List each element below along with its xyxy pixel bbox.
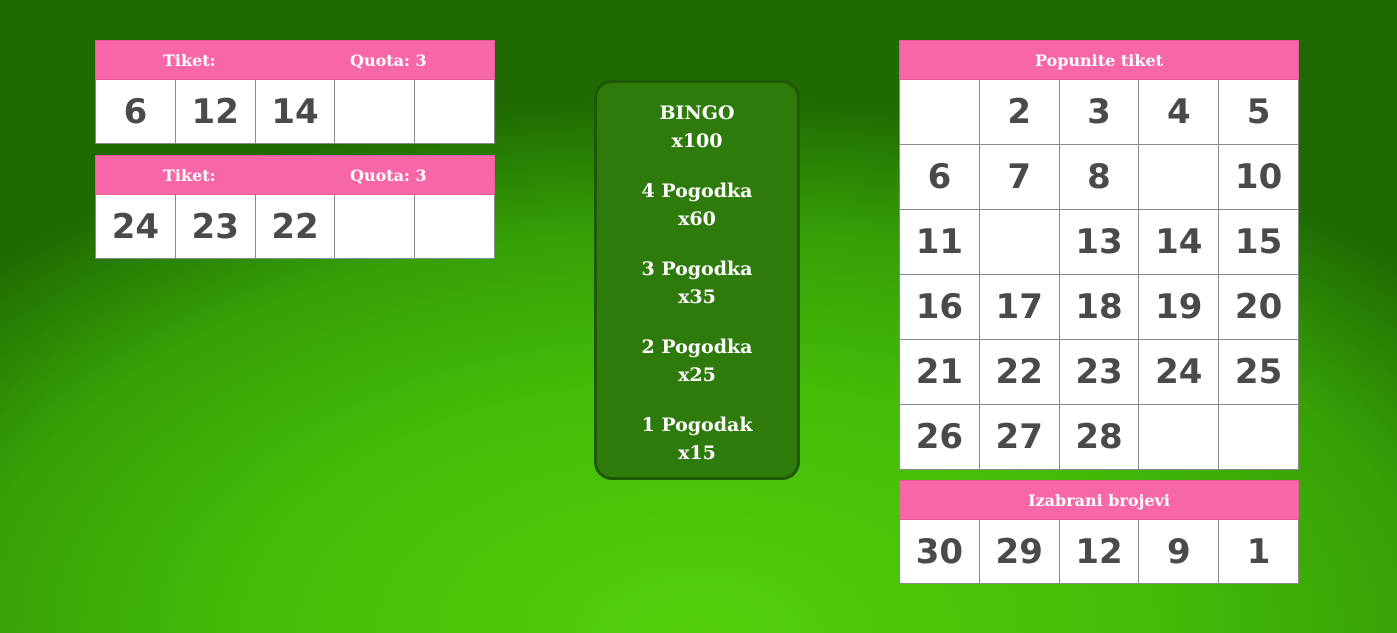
board-number-cell[interactable]: 10 bbox=[1219, 145, 1298, 209]
fill-ticket-title: Popunite tiket bbox=[899, 40, 1299, 80]
board-number-cell[interactable]: 23 bbox=[1059, 340, 1139, 404]
board-number-cell[interactable]: 4 bbox=[1139, 80, 1219, 144]
board-number-cell[interactable] bbox=[1139, 405, 1219, 469]
board-number-cell[interactable]: 5 bbox=[1219, 80, 1298, 144]
board-number-cell[interactable]: 14 bbox=[1139, 210, 1219, 274]
chosen-numbers: 30 29 12 9 1 bbox=[899, 520, 1299, 584]
board-number-cell[interactable]: 28 bbox=[1059, 405, 1139, 469]
ticket-quota: Quota: 3 bbox=[350, 50, 427, 70]
board-number-cell[interactable] bbox=[1139, 145, 1219, 209]
prize-3-hits: 3 Pogodka x35 bbox=[641, 255, 752, 311]
board-number-cell[interactable]: 7 bbox=[979, 145, 1059, 209]
prize-multiplier: x100 bbox=[671, 130, 723, 152]
board-number-cell[interactable]: 27 bbox=[979, 405, 1059, 469]
ticket-header: Tiket: Quota: 3 bbox=[95, 155, 495, 195]
board-number-cell[interactable]: 21 bbox=[900, 340, 979, 404]
board-number-cell[interactable]: 2 bbox=[979, 80, 1059, 144]
prize-name: BINGO bbox=[659, 102, 735, 124]
prize-table: BINGO x100 4 Pogodka x60 3 Pogodka x35 2… bbox=[594, 80, 800, 480]
ticket-label: Tiket: bbox=[163, 165, 216, 185]
board-number-cell[interactable]: 11 bbox=[900, 210, 979, 274]
prize-bingo: BINGO x100 bbox=[659, 99, 734, 155]
chosen-numbers-panel: Izabrani brojevi 30 29 12 9 1 bbox=[899, 480, 1299, 584]
ticket-number-cell[interactable]: 22 bbox=[255, 195, 335, 258]
chosen-number-cell: 30 bbox=[900, 520, 979, 583]
ticket-numbers: 24 23 22 bbox=[95, 195, 495, 259]
chosen-number-cell: 12 bbox=[1059, 520, 1139, 583]
board-number-cell[interactable]: 15 bbox=[1219, 210, 1298, 274]
ticket-numbers: 6 12 14 bbox=[95, 80, 495, 144]
ticket-number-cell[interactable]: 23 bbox=[175, 195, 255, 258]
board-number-cell[interactable] bbox=[900, 80, 979, 144]
board-number-cell[interactable]: 18 bbox=[1059, 275, 1139, 339]
chosen-numbers-title: Izabrani brojevi bbox=[899, 480, 1299, 520]
prize-name: 3 Pogodka bbox=[641, 258, 753, 280]
ticket-number-cell[interactable] bbox=[335, 195, 415, 258]
prize-name: 4 Pogodka bbox=[641, 180, 753, 202]
board-number-cell[interactable]: 22 bbox=[979, 340, 1059, 404]
board-number-cell[interactable] bbox=[1219, 405, 1298, 469]
number-board: 2 3 4 5 6 7 8 10 11 13 14 15 16 17 18 19 20 21 22 23 24 25 26 2… bbox=[899, 80, 1299, 470]
board-number-cell[interactable] bbox=[979, 210, 1059, 274]
board-number-cell[interactable]: 26 bbox=[900, 405, 979, 469]
board-number-cell[interactable]: 19 bbox=[1139, 275, 1219, 339]
board-number-cell[interactable]: 8 bbox=[1059, 145, 1139, 209]
prize-4-hits: 4 Pogodka x60 bbox=[641, 177, 752, 233]
board-number-cell[interactable]: 6 bbox=[900, 145, 979, 209]
prize-multiplier: x15 bbox=[678, 442, 716, 464]
ticket-quota: Quota: 3 bbox=[350, 165, 427, 185]
chosen-number-cell: 1 bbox=[1219, 520, 1298, 583]
prize-name: 2 Pogodka bbox=[641, 336, 753, 358]
board-number-cell[interactable]: 24 bbox=[1139, 340, 1219, 404]
board-number-cell[interactable]: 20 bbox=[1219, 275, 1298, 339]
ticket-number-cell[interactable]: 14 bbox=[255, 80, 335, 143]
ticket-label: Tiket: bbox=[163, 50, 216, 70]
ticket-1: Tiket: Quota: 3 6 12 14 bbox=[95, 40, 495, 144]
board-number-cell[interactable]: 17 bbox=[979, 275, 1059, 339]
board-number-cell[interactable]: 3 bbox=[1059, 80, 1139, 144]
ticket-number-cell[interactable]: 12 bbox=[175, 80, 255, 143]
ticket-number-cell[interactable]: 6 bbox=[96, 80, 175, 143]
prize-multiplier: x25 bbox=[678, 364, 716, 386]
chosen-number-cell: 9 bbox=[1139, 520, 1219, 583]
ticket-number-cell[interactable] bbox=[415, 195, 494, 258]
prize-multiplier: x60 bbox=[678, 208, 716, 230]
ticket-number-cell[interactable] bbox=[415, 80, 494, 143]
fill-ticket-board: Popunite tiket 2 3 4 5 6 7 8 10 11 13 14 15 16 17 18 19… bbox=[899, 40, 1299, 470]
prize-2-hits: 2 Pogodka x25 bbox=[641, 333, 752, 389]
prize-name: 1 Pogodak bbox=[641, 414, 753, 436]
ticket-header: Tiket: Quota: 3 bbox=[95, 40, 495, 80]
prize-multiplier: x35 bbox=[678, 286, 716, 308]
ticket-number-cell[interactable]: 24 bbox=[96, 195, 175, 258]
ticket-2: Tiket: Quota: 3 24 23 22 bbox=[95, 155, 495, 259]
board-number-cell[interactable]: 25 bbox=[1219, 340, 1298, 404]
board-number-cell[interactable]: 16 bbox=[900, 275, 979, 339]
ticket-number-cell[interactable] bbox=[335, 80, 415, 143]
board-number-cell[interactable]: 13 bbox=[1059, 210, 1139, 274]
chosen-number-cell: 29 bbox=[979, 520, 1059, 583]
prize-1-hit: 1 Pogodak x15 bbox=[641, 411, 752, 467]
